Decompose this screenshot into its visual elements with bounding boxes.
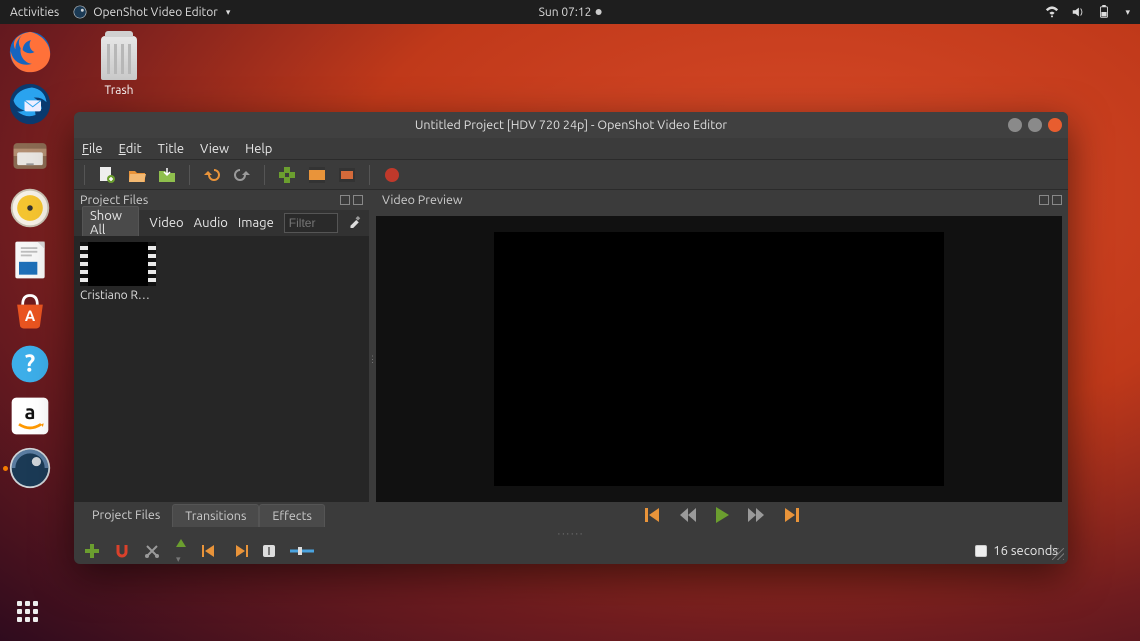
show-applications[interactable] (17, 601, 43, 627)
clip-label: Cristiano Ro… (80, 289, 156, 302)
app-menu[interactable]: OpenShot Video Editor ▾ (73, 5, 230, 19)
dock-help[interactable]: ? (8, 342, 52, 386)
wifi-icon[interactable] (1045, 5, 1059, 19)
dock-software[interactable]: A (8, 290, 52, 334)
toolbar (74, 160, 1068, 190)
top-panel: Activities OpenShot Video Editor ▾ Sun 0… (0, 0, 1140, 24)
separator (189, 165, 190, 185)
svg-text:?: ? (25, 349, 35, 376)
dock-openshot[interactable] (8, 446, 52, 490)
dock: A ? a (4, 30, 56, 490)
project-files-area[interactable]: Cristiano Ro… (74, 236, 369, 502)
separator (264, 165, 265, 185)
minimize-button[interactable] (1008, 118, 1022, 132)
zoom-slider[interactable] (290, 546, 314, 556)
clip-item[interactable]: Cristiano Ro… (80, 242, 156, 302)
separator (369, 165, 370, 185)
next-marker-button[interactable] (232, 545, 248, 557)
filter-image[interactable]: Image (238, 216, 274, 230)
close-button[interactable] (1048, 118, 1062, 132)
vertical-splitter[interactable]: ⋮ (369, 190, 376, 528)
activities-button[interactable]: Activities (10, 6, 59, 19)
video-preview-panel: Video Preview (376, 190, 1068, 528)
notification-dot-icon (595, 9, 601, 15)
tab-project-files[interactable]: Project Files (80, 504, 172, 526)
rewind-button[interactable] (679, 508, 697, 522)
chevron-down-icon: ▾ (226, 7, 231, 18)
timeline-toolbar: ▾ 16 seconds (74, 538, 1068, 564)
window-title: Untitled Project [HDV 720 24p] - OpenSho… (415, 118, 727, 132)
jump-end-button[interactable] (781, 508, 799, 522)
fullscreen-button[interactable] (337, 165, 357, 185)
razor-button[interactable] (144, 543, 160, 559)
preview-controls (376, 502, 1068, 528)
menu-view[interactable]: View (200, 142, 229, 156)
play-button[interactable] (713, 506, 731, 524)
timeline-checkbox[interactable] (975, 545, 987, 557)
trash-icon (101, 36, 137, 80)
filter-audio[interactable]: Audio (194, 216, 228, 230)
clock[interactable]: Sun 07:12 (539, 6, 602, 19)
close-panel-icon[interactable] (353, 195, 363, 205)
new-project-button[interactable] (97, 165, 117, 185)
snap-button[interactable] (114, 543, 130, 559)
open-project-button[interactable] (127, 165, 147, 185)
battery-icon[interactable] (1097, 5, 1111, 19)
preview-viewport[interactable] (376, 216, 1062, 502)
system-menu-chevron-icon[interactable]: ▾ (1125, 7, 1130, 18)
separator (84, 165, 85, 185)
timeline-duration: 16 seconds (993, 544, 1058, 558)
add-track-button[interactable] (84, 543, 100, 559)
project-files-panel: Project Files Show All Video Audio Image… (74, 190, 369, 528)
import-files-button[interactable] (277, 165, 297, 185)
menu-edit[interactable]: Edit (119, 142, 142, 156)
tab-effects[interactable]: Effects (259, 504, 325, 527)
dock-thunderbird[interactable] (8, 82, 52, 126)
dock-files[interactable] (8, 134, 52, 178)
svg-text:A: A (25, 307, 36, 324)
openshot-icon (73, 5, 87, 19)
maximize-button[interactable] (1028, 118, 1042, 132)
menubar: File Edit Title View Help (74, 138, 1068, 160)
menu-title[interactable]: Title (158, 142, 184, 156)
undo-button[interactable] (202, 165, 222, 185)
close-panel-icon[interactable] (1052, 195, 1062, 205)
filter-input[interactable] (284, 213, 338, 233)
horizontal-splitter[interactable]: ······ (74, 528, 1068, 538)
fast-forward-button[interactable] (747, 508, 765, 522)
profile-button[interactable] (307, 165, 327, 185)
add-marker-button[interactable]: ▾ (174, 537, 188, 564)
titlebar[interactable]: Untitled Project [HDV 720 24p] - OpenSho… (74, 112, 1068, 138)
resize-grip-icon[interactable] (1052, 548, 1064, 560)
dock-writer[interactable] (8, 238, 52, 282)
undock-icon[interactable] (340, 195, 350, 205)
export-button[interactable] (382, 165, 402, 185)
menu-file[interactable]: File (82, 142, 103, 156)
desktop-trash[interactable]: Trash (92, 36, 146, 97)
save-project-button[interactable] (157, 165, 177, 185)
dock-amazon[interactable]: a (8, 394, 52, 438)
video-preview-header[interactable]: Video Preview (376, 190, 1068, 210)
dock-firefox[interactable] (8, 30, 52, 74)
preview-frame (494, 232, 944, 486)
dock-rhythmbox[interactable] (8, 186, 52, 230)
clear-filter-icon[interactable] (348, 215, 361, 231)
jump-start-button[interactable] (645, 508, 663, 522)
filter-video[interactable]: Video (149, 216, 183, 230)
openshot-window: Untitled Project [HDV 720 24p] - OpenSho… (74, 112, 1068, 564)
tab-transitions[interactable]: Transitions (172, 504, 259, 527)
left-tabs: Project Files Transitions Effects (74, 502, 369, 528)
center-playhead-button[interactable] (262, 544, 276, 558)
clip-thumbnail (80, 242, 156, 286)
project-files-filter-row: Show All Video Audio Image (74, 210, 369, 236)
redo-button[interactable] (232, 165, 252, 185)
filter-show-all[interactable]: Show All (82, 206, 139, 240)
undock-icon[interactable] (1039, 195, 1049, 205)
svg-text:a: a (25, 400, 36, 423)
prev-marker-button[interactable] (202, 545, 218, 557)
menu-help[interactable]: Help (245, 142, 272, 156)
volume-icon[interactable] (1071, 5, 1085, 19)
